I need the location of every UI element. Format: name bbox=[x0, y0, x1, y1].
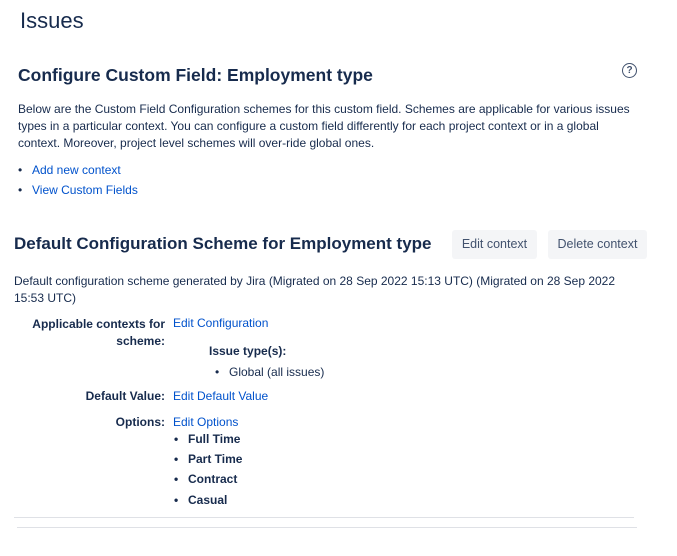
edit-default-value-link[interactable]: Edit Default Value bbox=[173, 389, 268, 403]
view-custom-fields-link[interactable]: View Custom Fields bbox=[18, 183, 138, 197]
scheme-description: Default configuration scheme generated b… bbox=[14, 274, 616, 305]
delete-context-button[interactable]: Delete context bbox=[548, 230, 647, 259]
edit-options-link[interactable]: Edit Options bbox=[173, 415, 238, 429]
option-item: Part Time bbox=[174, 452, 243, 466]
add-new-context-link[interactable]: Add new context bbox=[18, 163, 121, 177]
issue-types-label: Issue type(s): bbox=[209, 344, 287, 358]
edit-context-button[interactable]: Edit context bbox=[452, 230, 537, 259]
contexts-label: Applicable contexts for scheme: bbox=[32, 317, 165, 348]
scheme-title: Default Configuration Scheme for Employm… bbox=[14, 234, 432, 253]
option-item: Contract bbox=[174, 472, 237, 486]
option-item: Casual bbox=[174, 493, 227, 507]
option-item: Full Time bbox=[174, 432, 241, 446]
help-icon[interactable]: ? bbox=[622, 63, 637, 78]
default-value-label: Default Value: bbox=[85, 389, 165, 403]
options-label: Options: bbox=[115, 415, 165, 429]
description: Below are the Custom Field Configuration… bbox=[18, 102, 630, 150]
divider bbox=[17, 527, 637, 528]
issue-type-item: Global (all issues) bbox=[215, 365, 324, 379]
divider bbox=[14, 517, 634, 518]
config-heading: Configure Custom Field: Employment type bbox=[18, 65, 373, 85]
edit-configuration-link[interactable]: Edit Configuration bbox=[173, 316, 268, 330]
page-title: Issues bbox=[20, 8, 84, 33]
